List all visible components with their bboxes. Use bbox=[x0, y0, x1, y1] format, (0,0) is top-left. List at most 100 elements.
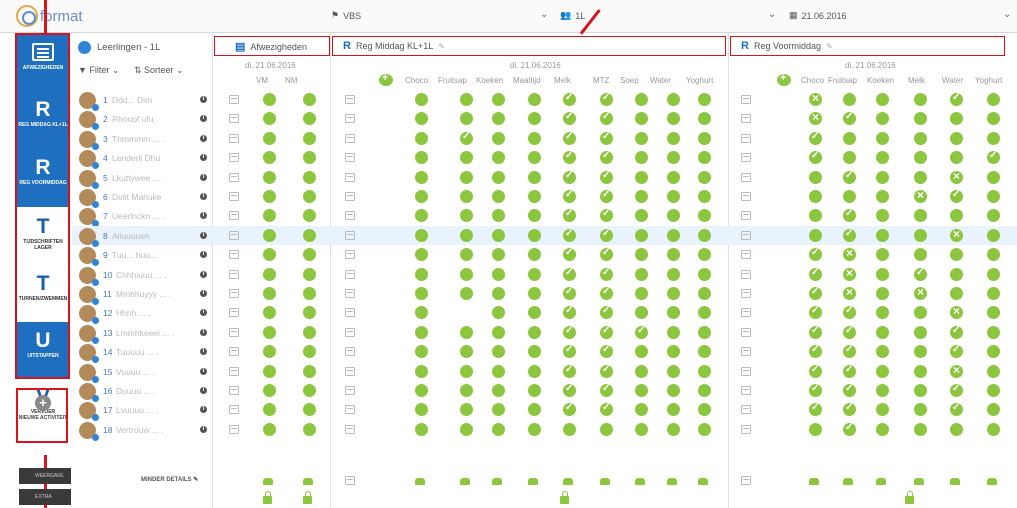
calendar-icon[interactable] bbox=[345, 95, 355, 104]
calendar-icon[interactable] bbox=[229, 269, 239, 279]
calendar-icon[interactable] bbox=[229, 327, 239, 337]
status-dot[interactable] bbox=[415, 422, 428, 436]
status-dot[interactable] bbox=[415, 403, 428, 417]
status-dot[interactable] bbox=[987, 248, 1000, 262]
status-dot[interactable] bbox=[492, 384, 505, 397]
status-dot[interactable] bbox=[843, 266, 856, 281]
status-dot[interactable] bbox=[876, 93, 889, 106]
status-dot[interactable] bbox=[667, 345, 680, 359]
calendar-icon[interactable] bbox=[741, 347, 751, 357]
status-dot[interactable] bbox=[950, 131, 963, 145]
status-dot[interactable] bbox=[843, 344, 856, 359]
status-dot[interactable] bbox=[492, 325, 505, 339]
status-dot[interactable] bbox=[415, 345, 428, 359]
status-dot[interactable] bbox=[600, 131, 613, 145]
status-dot[interactable] bbox=[600, 305, 613, 320]
status-dot[interactable] bbox=[415, 287, 428, 300]
info-icon[interactable]: i bbox=[200, 309, 207, 317]
status-dot[interactable] bbox=[563, 189, 576, 203]
student-name[interactable]: Thmmmm ... . bbox=[112, 134, 192, 144]
status-dot[interactable] bbox=[563, 131, 576, 145]
status-dot[interactable] bbox=[876, 403, 889, 417]
calendar-icon[interactable] bbox=[345, 230, 355, 240]
status-dot[interactable] bbox=[698, 131, 711, 145]
status-dot[interactable] bbox=[950, 151, 963, 165]
status-dot[interactable] bbox=[635, 306, 648, 320]
status-dot[interactable] bbox=[698, 403, 711, 417]
status-dot[interactable] bbox=[460, 384, 473, 397]
status-dot[interactable] bbox=[263, 364, 276, 378]
status-dot[interactable] bbox=[563, 364, 576, 378]
status-dot[interactable] bbox=[492, 403, 505, 417]
chevron-down-icon[interactable]: ⌄ bbox=[1003, 9, 1011, 20]
status-dot[interactable] bbox=[914, 93, 927, 106]
status-dot[interactable] bbox=[698, 248, 711, 262]
status-dot[interactable] bbox=[914, 422, 927, 436]
status-dot[interactable] bbox=[460, 422, 473, 436]
status-dot[interactable] bbox=[600, 422, 613, 436]
status-dot[interactable] bbox=[303, 151, 316, 165]
status-dot[interactable] bbox=[876, 306, 889, 320]
status-dot[interactable] bbox=[950, 92, 963, 106]
chevron-down-icon[interactable]: ⌄ bbox=[540, 9, 548, 20]
status-dot[interactable] bbox=[809, 228, 822, 242]
status-dot[interactable] bbox=[843, 383, 856, 397]
status-dot[interactable] bbox=[698, 364, 711, 378]
school-select[interactable]: ⚑ VBS bbox=[331, 10, 361, 21]
status-dot[interactable] bbox=[263, 228, 276, 242]
status-dot[interactable] bbox=[914, 325, 927, 339]
calendar-icon[interactable] bbox=[345, 327, 355, 337]
status-dot[interactable] bbox=[600, 402, 613, 417]
status-dot[interactable] bbox=[415, 267, 428, 281]
status-dot[interactable] bbox=[263, 325, 276, 339]
status-dot[interactable] bbox=[698, 345, 711, 359]
status-dot[interactable] bbox=[876, 267, 889, 281]
calendar-icon[interactable] bbox=[345, 269, 355, 279]
status-dot[interactable] bbox=[492, 267, 505, 281]
status-dot[interactable] bbox=[263, 170, 276, 184]
status-dot[interactable] bbox=[809, 325, 822, 339]
weergave-button[interactable]: WEERGAVE bbox=[19, 468, 71, 484]
status-dot[interactable] bbox=[528, 364, 541, 378]
status-dot[interactable] bbox=[460, 190, 473, 203]
status-dot[interactable] bbox=[303, 209, 316, 223]
calendar-icon[interactable] bbox=[345, 192, 355, 201]
status-dot[interactable] bbox=[492, 306, 505, 320]
status-dot[interactable] bbox=[667, 131, 680, 145]
status-dot[interactable] bbox=[950, 189, 963, 203]
status-dot[interactable] bbox=[600, 286, 613, 300]
status-dot[interactable] bbox=[698, 267, 711, 281]
status-dot[interactable] bbox=[698, 209, 711, 223]
calendar-icon[interactable] bbox=[229, 95, 239, 104]
status-dot[interactable] bbox=[303, 287, 316, 300]
calendar-icon[interactable] bbox=[741, 405, 751, 415]
status-dot[interactable] bbox=[528, 422, 541, 436]
status-dot[interactable] bbox=[460, 248, 473, 262]
status-dot[interactable] bbox=[460, 345, 473, 359]
status-dot[interactable] bbox=[415, 306, 428, 320]
status-dot[interactable] bbox=[914, 188, 927, 203]
status-dot[interactable] bbox=[914, 228, 927, 242]
status-dot[interactable] bbox=[667, 93, 680, 106]
status-dot[interactable] bbox=[809, 131, 822, 145]
status-dot[interactable] bbox=[263, 267, 276, 281]
status-dot[interactable] bbox=[987, 209, 1000, 223]
status-dot[interactable] bbox=[460, 93, 473, 106]
status-dot[interactable] bbox=[876, 422, 889, 436]
info-icon[interactable]: i bbox=[200, 387, 207, 394]
status-dot[interactable] bbox=[667, 384, 680, 397]
status-dot[interactable] bbox=[600, 228, 613, 242]
info-icon[interactable]: i bbox=[200, 406, 207, 414]
status-dot[interactable] bbox=[600, 150, 613, 165]
status-dot[interactable] bbox=[914, 267, 927, 281]
calendar-icon[interactable] bbox=[741, 386, 751, 395]
student-name[interactable]: Vertrouw ... . bbox=[116, 425, 196, 435]
info-icon[interactable]: i bbox=[200, 425, 207, 433]
calendar-icon[interactable] bbox=[229, 114, 239, 124]
filter-button[interactable]: ▼ Filter ⌄ bbox=[78, 65, 119, 75]
date-select[interactable]: ▦ 21.06.2016 bbox=[789, 10, 847, 21]
status-dot[interactable] bbox=[263, 422, 276, 436]
sort-button[interactable]: ⇅ Sorteer ⌄ bbox=[134, 65, 184, 75]
status-dot[interactable] bbox=[809, 170, 822, 184]
calendar-icon[interactable] bbox=[345, 250, 355, 260]
